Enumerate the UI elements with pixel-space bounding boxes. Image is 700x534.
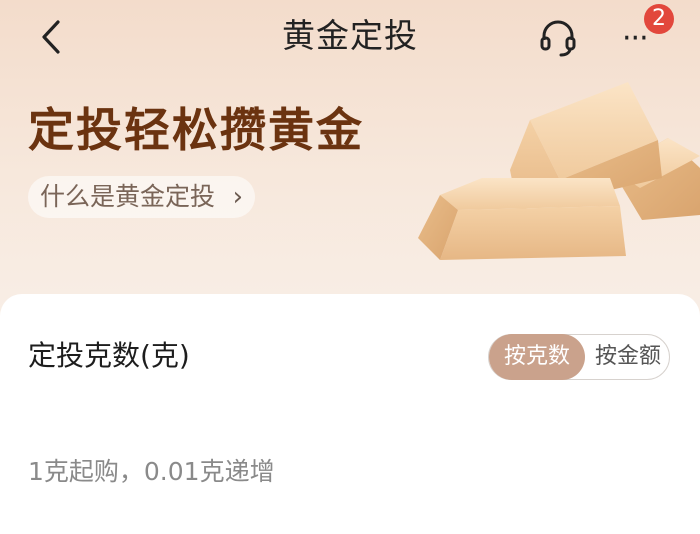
unit-toggle: 按克数 按金额	[488, 334, 670, 380]
chevron-right-icon: ›	[232, 182, 244, 212]
headset-icon	[540, 20, 576, 57]
customer-service-button[interactable]	[536, 16, 580, 60]
by-gram-option[interactable]: 按克数	[489, 334, 585, 380]
plan-form-card: 定投克数(克) 按克数 按金额 1克起购，0.01克递增	[0, 294, 700, 534]
page-title: 黄金定投	[282, 16, 418, 55]
more-icon: ···	[622, 21, 649, 56]
hero-title: 定投轻松攒黄金	[28, 103, 364, 157]
what-is-gold-plan-link[interactable]: 什么是黄金定投 ›	[28, 176, 256, 218]
notification-badge: 2	[644, 4, 674, 34]
gold-bars-illustration	[418, 82, 700, 260]
amount-label: 定投克数(克)	[28, 339, 190, 372]
hero-link-label: 什么是黄金定投	[40, 182, 216, 211]
purchase-hint: 1克起购，0.01克递增	[28, 457, 275, 486]
by-amount-option[interactable]: 按金额	[585, 334, 671, 380]
